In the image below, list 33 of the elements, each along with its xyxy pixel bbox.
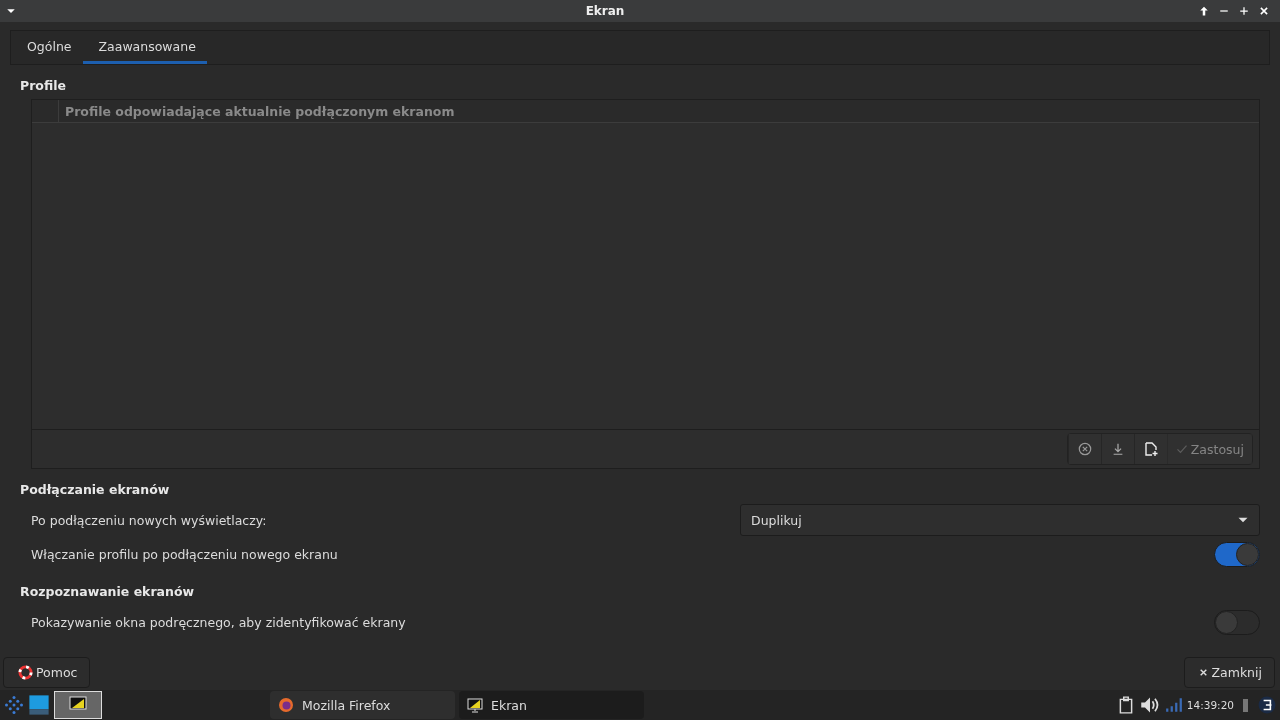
display-icon xyxy=(467,697,483,713)
tab[interactable]: Zaawansowane xyxy=(82,31,207,64)
lifebuoy-icon xyxy=(18,665,33,680)
up-arrow-icon xyxy=(1199,6,1209,16)
checkmark-icon xyxy=(1175,443,1188,455)
remove-icon xyxy=(1077,442,1092,456)
column-header: Profile odpowiadające aktualnie podłączonym ekranom xyxy=(64,103,456,121)
clock: 14:39:20 xyxy=(1186,699,1234,711)
close-icon xyxy=(1199,668,1209,677)
section-heading: Podłączanie ekranów xyxy=(20,481,171,499)
task-button[interactable]: Ekran xyxy=(459,691,644,719)
setting-label: Pokazywanie okna podręcznego, aby zidentyfikować ekrany xyxy=(31,614,406,630)
section-heading: Profile xyxy=(20,77,67,95)
dropdown[interactable]: Duplikuj xyxy=(740,504,1260,536)
close-dialog-button[interactable]: Zamknij xyxy=(1184,657,1275,688)
browser-icon xyxy=(278,697,294,713)
plus-icon xyxy=(1239,6,1249,16)
task-button[interactable]: Mozilla Firefox xyxy=(270,691,455,719)
window-title: Ekran xyxy=(584,4,626,18)
toggle-switch[interactable] xyxy=(1214,609,1260,635)
tab[interactable]: Ogólne xyxy=(11,31,83,64)
signal-bars-icon xyxy=(1164,696,1183,714)
close-icon xyxy=(1259,6,1269,16)
desktop-icon xyxy=(28,694,50,716)
display-task-icon[interactable] xyxy=(54,691,102,719)
new-document-icon xyxy=(1142,441,1159,457)
toggle-switch[interactable] xyxy=(1214,541,1260,567)
help-button[interactable]: Pomoc xyxy=(3,657,91,688)
setting-label: Po podłączeniu nowych wyświetlaczy: xyxy=(31,512,267,528)
setting-label: Włączanie profilu po podłączeniu nowego ekranu xyxy=(31,546,338,562)
speaker-icon xyxy=(1138,695,1161,715)
section-heading: Rozpoznawanie ekranów xyxy=(20,583,196,601)
app-launcher-icon xyxy=(4,695,24,715)
